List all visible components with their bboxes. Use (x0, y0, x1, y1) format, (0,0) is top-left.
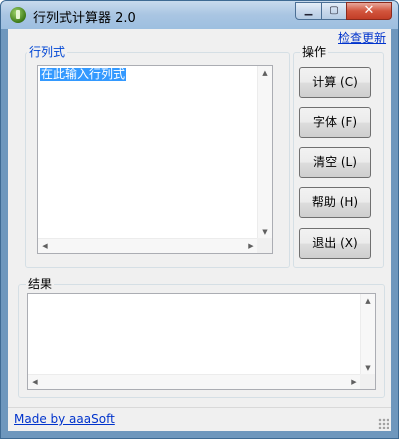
result-vertical-scrollbar[interactable]: ▲ ▼ (360, 294, 375, 375)
exit-button[interactable]: 退出 (X) (299, 228, 371, 259)
check-update-link[interactable]: 检查更新 (338, 29, 386, 46)
determinant-group-label: 行列式 (27, 43, 68, 60)
scroll-right-icon[interactable]: ▶ (244, 239, 258, 253)
made-by-link[interactable]: Made by aaaSoft (14, 412, 115, 426)
determinant-input[interactable]: 在此输入行列式 ▲ ▼ ◀ ▶ (37, 65, 273, 254)
determinant-vertical-scrollbar[interactable]: ▲ ▼ (257, 66, 272, 239)
scroll-right-icon[interactable]: ▶ (347, 375, 361, 389)
scroll-left-icon[interactable]: ◀ (38, 239, 52, 253)
help-button[interactable]: 帮助 (H) (299, 187, 371, 218)
status-bar: Made by aaaSoft (8, 407, 391, 431)
scroll-up-icon[interactable]: ▲ (361, 294, 375, 308)
determinant-input-text: 在此输入行列式 (40, 67, 127, 81)
font-button[interactable]: 字体 (F) (299, 107, 371, 138)
app-window: 行列式计算器 2.0 ▁ ▢ ✕ 检查更新 行列式 在此输入行列式 ▲ ▼ ◀ … (0, 0, 399, 439)
minimize-button[interactable]: ▁ (295, 2, 322, 20)
window-title: 行列式计算器 2.0 (33, 11, 136, 26)
resize-grip-icon[interactable] (378, 418, 389, 429)
result-group-label: 结果 (26, 275, 55, 292)
result-output[interactable]: ▲ ▼ ◀ ▶ (27, 293, 376, 390)
scrollbar-corner (360, 374, 375, 389)
title-bar[interactable]: 行列式计算器 2.0 ▁ ▢ ✕ (1, 1, 398, 29)
scroll-left-icon[interactable]: ◀ (28, 375, 42, 389)
scrollbar-corner (257, 238, 272, 253)
close-button[interactable]: ✕ (346, 2, 392, 20)
scroll-up-icon[interactable]: ▲ (258, 66, 272, 80)
app-logo-icon (10, 7, 26, 23)
maximize-button[interactable]: ▢ (321, 2, 347, 20)
clear-button[interactable]: 清空 (L) (299, 147, 371, 178)
operations-group-label: 操作 (300, 43, 329, 60)
scroll-down-icon[interactable]: ▼ (258, 225, 272, 239)
scroll-down-icon[interactable]: ▼ (361, 361, 375, 375)
result-horizontal-scrollbar[interactable]: ◀ ▶ (28, 374, 361, 389)
determinant-horizontal-scrollbar[interactable]: ◀ ▶ (38, 238, 258, 253)
client-area: 检查更新 行列式 在此输入行列式 ▲ ▼ ◀ ▶ 操作 计算 (C) 字体 (F… (8, 29, 391, 431)
calculate-button[interactable]: 计算 (C) (299, 67, 371, 98)
